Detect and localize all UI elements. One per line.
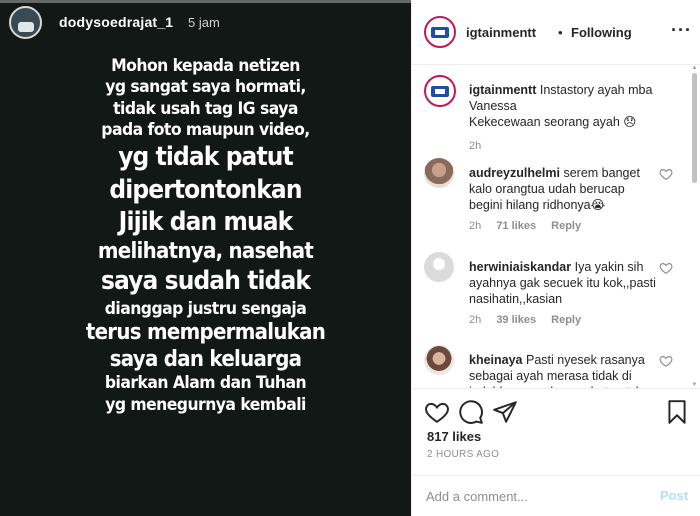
- story-text-line: melihatnya, nasehat: [97, 238, 314, 264]
- story-text-line: Mohon kepada netizen: [111, 56, 300, 76]
- post-time-ago: 2 HOURS AGO: [427, 449, 500, 460]
- scroll-up-arrow-icon[interactable]: ▲: [691, 65, 698, 71]
- comments-scrollbar[interactable]: ▲ ▼: [691, 65, 698, 388]
- comment-username[interactable]: audreyzulhelmi: [469, 166, 560, 180]
- comment-text: herwiniaiskandar Iya yakin sih ayahnya g…: [469, 259, 659, 307]
- comment-likes[interactable]: 71 likes: [496, 220, 536, 232]
- commenter-avatar[interactable]: [424, 158, 454, 188]
- following-button[interactable]: Following: [571, 25, 632, 40]
- comment-time: 2h: [469, 314, 482, 326]
- story-text-line: dipertontonkan: [109, 174, 302, 205]
- comment-like-heart-icon[interactable]: [659, 261, 673, 275]
- account-avatar[interactable]: [424, 16, 456, 48]
- post-comment-button[interactable]: Post: [660, 488, 688, 503]
- caption-username[interactable]: igtainmentt: [469, 83, 536, 97]
- story-text-line: dianggap justru sengaja: [104, 298, 307, 319]
- story-text-line: terus mempermalukan: [85, 319, 326, 345]
- reply-button[interactable]: Reply: [551, 314, 581, 326]
- comment-likes[interactable]: 39 likes: [496, 314, 536, 326]
- header-username[interactable]: igtainmentt: [466, 25, 536, 40]
- commenter-avatar[interactable]: [424, 252, 454, 282]
- comment-bubble-icon[interactable]: [458, 399, 484, 425]
- comment-meta: 2h 39 likes Reply: [469, 314, 593, 326]
- comments-list: igtainmentt Instastory ayah mba Vanessa …: [412, 65, 700, 388]
- story-text-line: Jijik dan muak: [118, 206, 294, 237]
- story-progress-bar: [0, 0, 411, 3]
- comment-meta: 2h 71 likes Reply: [469, 220, 593, 232]
- like-heart-icon[interactable]: [424, 399, 450, 425]
- more-options-icon[interactable]: ···: [671, 20, 692, 41]
- story-username[interactable]: dodysoedrajat_1: [59, 14, 173, 30]
- story-text-line: saya sudah tidak: [100, 266, 311, 297]
- likes-count[interactable]: 817 likes: [427, 429, 481, 444]
- comment-time: 2h: [469, 220, 482, 232]
- story-avatar[interactable]: [9, 6, 42, 39]
- add-comment-bar: Post: [412, 475, 700, 515]
- comment-like-heart-icon[interactable]: [659, 167, 673, 181]
- scroll-thumb[interactable]: [692, 73, 697, 183]
- post-panel: igtainmentt • Following ··· igtainmentt …: [411, 0, 700, 516]
- post-actions: 817 likes 2 HOURS AGO Post: [412, 388, 700, 514]
- comment-username[interactable]: kheinaya: [469, 353, 523, 367]
- story-text-block: Mohon kepada netizen yg sangat saya horma…: [0, 54, 411, 417]
- story-text-line: yg tidak patut: [118, 142, 293, 173]
- story-text-line: biarkan Alam dan Tuhan: [104, 373, 307, 394]
- comment-username[interactable]: herwiniaiskandar: [469, 260, 571, 274]
- caption-timestamp: 2h: [469, 140, 482, 152]
- caption-body-line2: Kekecewaan seorang ayah 😞: [469, 115, 637, 129]
- caption-text: igtainmentt Instastory ayah mba Vanessa …: [469, 82, 689, 130]
- story-text-line: pada foto maupun video,: [101, 120, 310, 141]
- comment-like-heart-icon[interactable]: [659, 354, 673, 368]
- share-paper-plane-icon[interactable]: [492, 399, 518, 425]
- story-timestamp: 5 jam: [188, 15, 220, 30]
- post-header: igtainmentt • Following ···: [412, 0, 700, 65]
- story-text-line: saya dan keluarga: [109, 346, 302, 372]
- story-text-line: yg menegurnya kembali: [105, 394, 306, 415]
- comment-text: audreyzulhelmi serem banget kalo orangtu…: [469, 165, 659, 213]
- reply-button[interactable]: Reply: [551, 220, 581, 232]
- story-text-line: tidak usah tag IG saya: [113, 98, 298, 119]
- story-text-line: yg sangat saya hormati,: [105, 77, 306, 98]
- comment-text: kheinaya Pasti nyesek rasanya sebagai ay…: [469, 352, 659, 388]
- add-comment-input[interactable]: [426, 486, 646, 506]
- bookmark-icon[interactable]: [664, 399, 690, 425]
- header-separator: •: [558, 25, 563, 40]
- commenter-avatar[interactable]: [424, 345, 454, 375]
- caption-avatar[interactable]: [424, 75, 456, 107]
- story-image: dodysoedrajat_1 5 jam Mohon kepada netiz…: [0, 0, 411, 516]
